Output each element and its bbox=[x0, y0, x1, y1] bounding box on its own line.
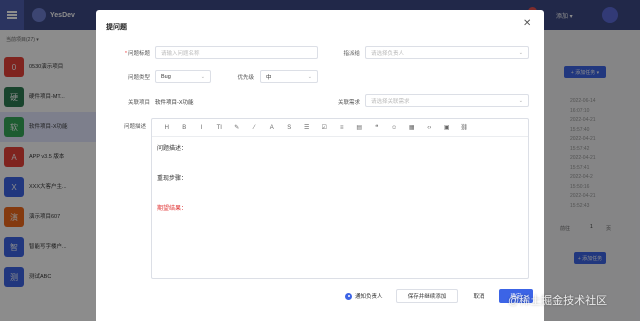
editor-toolbar-icon[interactable]: ❝ bbox=[368, 124, 386, 131]
create-issue-dialog: 提问题 ✕ *问题标题 请输入问题名称 指派给 请选择负责人 ⌄ 问题类型 Bug… bbox=[96, 10, 544, 321]
save-and-continue-button[interactable]: 保存并继续添加 bbox=[396, 289, 458, 303]
editor-line-description: 问题描述： bbox=[157, 146, 188, 152]
editor-toolbar-icon[interactable]: ▤ bbox=[351, 124, 369, 131]
project-label: 关联项目 bbox=[127, 100, 150, 106]
editor-toolbar-icon[interactable]: B bbox=[176, 125, 194, 131]
editor-toolbar-icon[interactable]: I bbox=[193, 125, 211, 131]
editor-toolbar-icon[interactable]: ⁄ bbox=[246, 125, 264, 131]
editor-line-steps: 重现步骤： bbox=[157, 176, 188, 182]
editor-toolbar: H B I TI ✎ ⁄ A S ☰ ☑ ≡ ▤ ❝ ☺ ▦ ‹› ▣ ⛓ bbox=[152, 119, 528, 137]
requirement-select[interactable]: 请选择关联需求 ⌄ bbox=[365, 94, 529, 107]
priority-label: 优先级 bbox=[237, 75, 254, 81]
editor-toolbar-icon[interactable]: ≡ bbox=[333, 125, 351, 131]
editor-line-expected: 期望结果： bbox=[157, 206, 188, 212]
issue-title-label: *问题标题 bbox=[124, 51, 150, 57]
close-icon[interactable]: ✕ bbox=[523, 18, 531, 29]
chevron-down-icon: ⌄ bbox=[518, 50, 523, 56]
issue-type-label: 问题类型 bbox=[127, 75, 150, 81]
chevron-down-icon: ⌄ bbox=[200, 74, 205, 80]
editor-toolbar-icon[interactable]: ✎ bbox=[228, 124, 246, 131]
editor-toolbar-icon[interactable]: ▣ bbox=[438, 124, 456, 131]
editor-toolbar-icon[interactable]: TI bbox=[211, 125, 229, 131]
issue-title-input[interactable]: 请输入问题名称 bbox=[155, 46, 318, 59]
requirement-label: 关联需求 bbox=[337, 100, 360, 106]
assignee-label: 指派给 bbox=[343, 51, 360, 57]
description-label: 问题描述 bbox=[123, 124, 146, 130]
description-editor[interactable]: H B I TI ✎ ⁄ A S ☰ ☑ ≡ ▤ ❝ ☺ ▦ ‹› ▣ ⛓ 问题描述： 重现步骤： 期望结果： bbox=[151, 118, 529, 279]
editor-toolbar-icon[interactable]: A bbox=[263, 125, 281, 131]
notify-assignee-label: 通知负责人 bbox=[355, 294, 383, 300]
editor-toolbar-icon[interactable]: ⛓ bbox=[456, 124, 474, 131]
project-value: 软件项目-X功能 bbox=[155, 100, 194, 106]
editor-toolbar-icon[interactable]: ☑ bbox=[316, 124, 334, 131]
cancel-button[interactable]: 取消 bbox=[464, 289, 494, 303]
editor-toolbar-icon[interactable]: S bbox=[281, 125, 299, 131]
editor-toolbar-icon[interactable]: ☰ bbox=[298, 124, 316, 131]
watermark: @稀土掘金技术社区 bbox=[508, 295, 608, 307]
editor-toolbar-icon[interactable]: H bbox=[158, 125, 176, 131]
chevron-down-icon: ⌄ bbox=[307, 74, 312, 80]
editor-toolbar-icon[interactable]: ☺ bbox=[386, 125, 404, 131]
chevron-down-icon: ⌄ bbox=[518, 98, 523, 104]
editor-toolbar-icon[interactable]: ▦ bbox=[403, 124, 421, 131]
issue-type-select[interactable]: Bug ⌄ bbox=[155, 70, 211, 83]
notify-assignee-option[interactable]: 通知负责人 bbox=[345, 292, 383, 300]
priority-select[interactable]: 中 ⌄ bbox=[260, 70, 318, 83]
radio-checked-icon[interactable] bbox=[345, 292, 352, 300]
editor-toolbar-icon[interactable]: ‹› bbox=[421, 125, 439, 131]
dialog-title: 提问题 bbox=[106, 24, 127, 31]
assignee-select[interactable]: 请选择负责人 ⌄ bbox=[365, 46, 529, 59]
